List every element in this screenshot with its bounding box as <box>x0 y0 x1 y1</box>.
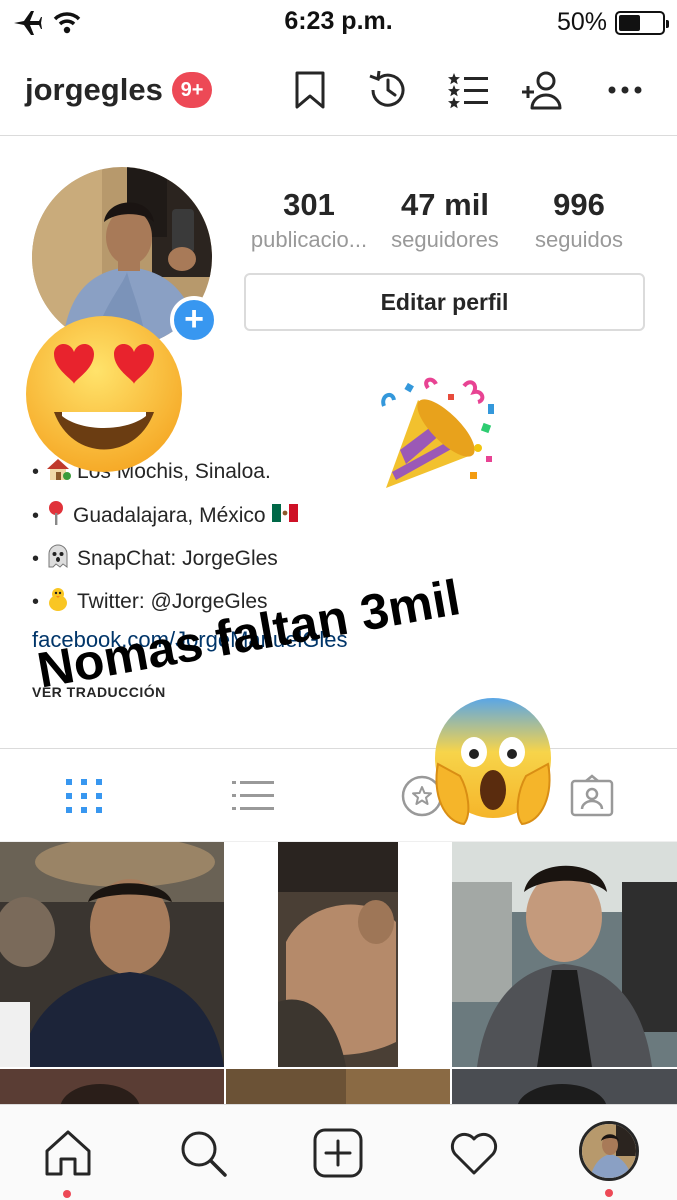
post-thumbnail[interactable] <box>226 1069 450 1104</box>
posts-stat[interactable]: 301 publicacio... <box>244 187 374 253</box>
activity-heart-icon[interactable] <box>448 1127 500 1179</box>
home-icon[interactable] <box>42 1127 94 1179</box>
archive-history-icon[interactable] <box>366 68 410 112</box>
following-count: 996 <box>553 187 605 222</box>
pin-emoji-icon <box>45 500 67 532</box>
bio-text-snapchat: SnapChat: JorgeGles <box>77 547 278 570</box>
chick-emoji-icon <box>45 586 71 618</box>
battery-percent: 50% <box>556 8 607 36</box>
post-thumbnail[interactable] <box>226 842 450 1067</box>
post-thumbnail[interactable] <box>0 1069 224 1104</box>
tagged-photos-icon[interactable] <box>569 773 615 819</box>
post-thumbnail[interactable] <box>452 842 677 1067</box>
bio-line-city: • Guadalajara, México <box>32 500 298 532</box>
followers-stat[interactable]: 47 mil seguidores <box>380 187 510 253</box>
profile-active-dot <box>605 1189 613 1197</box>
bookmark-icon[interactable] <box>288 68 332 112</box>
home-active-dot <box>63 1190 71 1198</box>
bio-line-snapchat: • SnapChat: JorgeGles <box>32 543 278 575</box>
new-post-icon[interactable] <box>312 1127 364 1179</box>
battery-icon <box>615 10 669 35</box>
overlay-caption: Nomas faltan 3mil <box>33 569 465 699</box>
ghost-emoji-icon <box>45 543 71 575</box>
status-right: 50% <box>556 8 669 37</box>
discover-people-icon[interactable] <box>520 68 564 112</box>
edit-profile-button[interactable]: Editar perfil <box>244 273 645 331</box>
party-popper-emoji-sticker <box>378 376 500 496</box>
post-thumbnail[interactable] <box>452 1069 677 1104</box>
bottom-navigation <box>0 1104 677 1200</box>
posts-label: publicacio... <box>250 227 368 252</box>
username[interactable]: jorgegles <box>25 72 163 108</box>
close-friends-list-icon[interactable] <box>446 68 490 112</box>
profile-view-tabs <box>0 748 677 842</box>
followers-count: 47 mil <box>401 187 489 222</box>
screaming-face-emoji-sticker <box>430 694 556 828</box>
posts-grid <box>0 842 677 1104</box>
followers-label: seguidores <box>391 227 499 252</box>
search-icon[interactable] <box>177 1127 229 1179</box>
notification-badge[interactable]: 9+ <box>172 72 212 108</box>
profile-avatar[interactable] <box>579 1121 639 1181</box>
mexico-flag-icon <box>271 504 298 528</box>
status-bar: 6:23 p.m. 50% <box>0 0 677 44</box>
posts-count: 301 <box>283 187 335 222</box>
list-view-icon[interactable] <box>230 773 276 819</box>
heart-eyes-emoji-sticker <box>22 312 186 476</box>
following-label: seguidos <box>534 227 624 252</box>
profile-header: jorgegles 9+ <box>0 44 677 136</box>
following-stat[interactable]: 996 seguidos <box>518 187 640 253</box>
grid-view-icon[interactable] <box>61 773 107 819</box>
post-thumbnail[interactable] <box>0 842 224 1067</box>
more-options-icon[interactable] <box>603 68 647 112</box>
bio-text-city: Guadalajara, México <box>73 504 266 527</box>
